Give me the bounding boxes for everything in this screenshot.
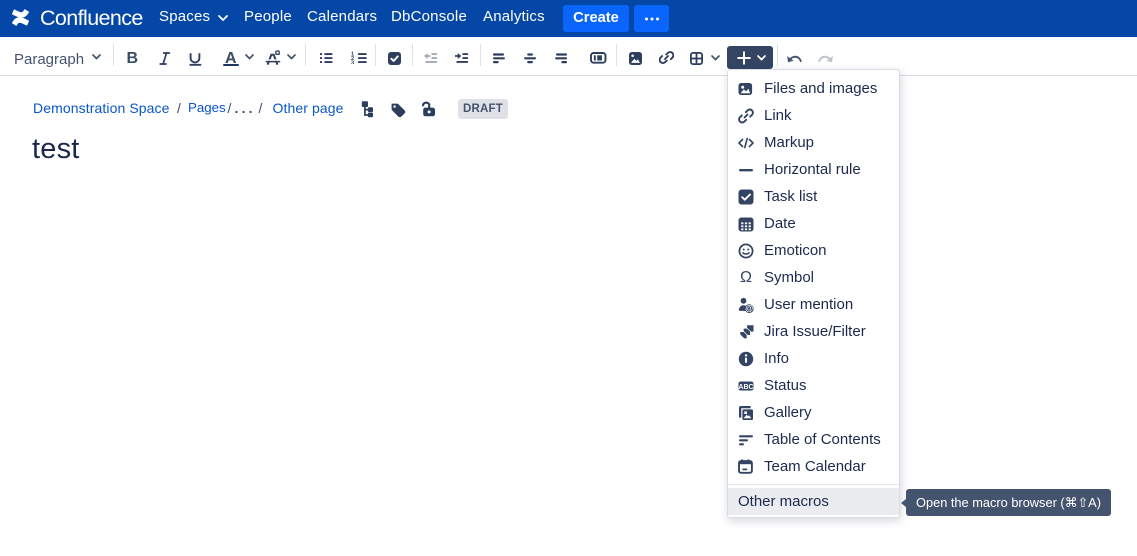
svg-text:3: 3 xyxy=(351,60,354,64)
svg-text:@: @ xyxy=(745,304,753,313)
svg-text:ABC: ABC xyxy=(738,383,753,390)
